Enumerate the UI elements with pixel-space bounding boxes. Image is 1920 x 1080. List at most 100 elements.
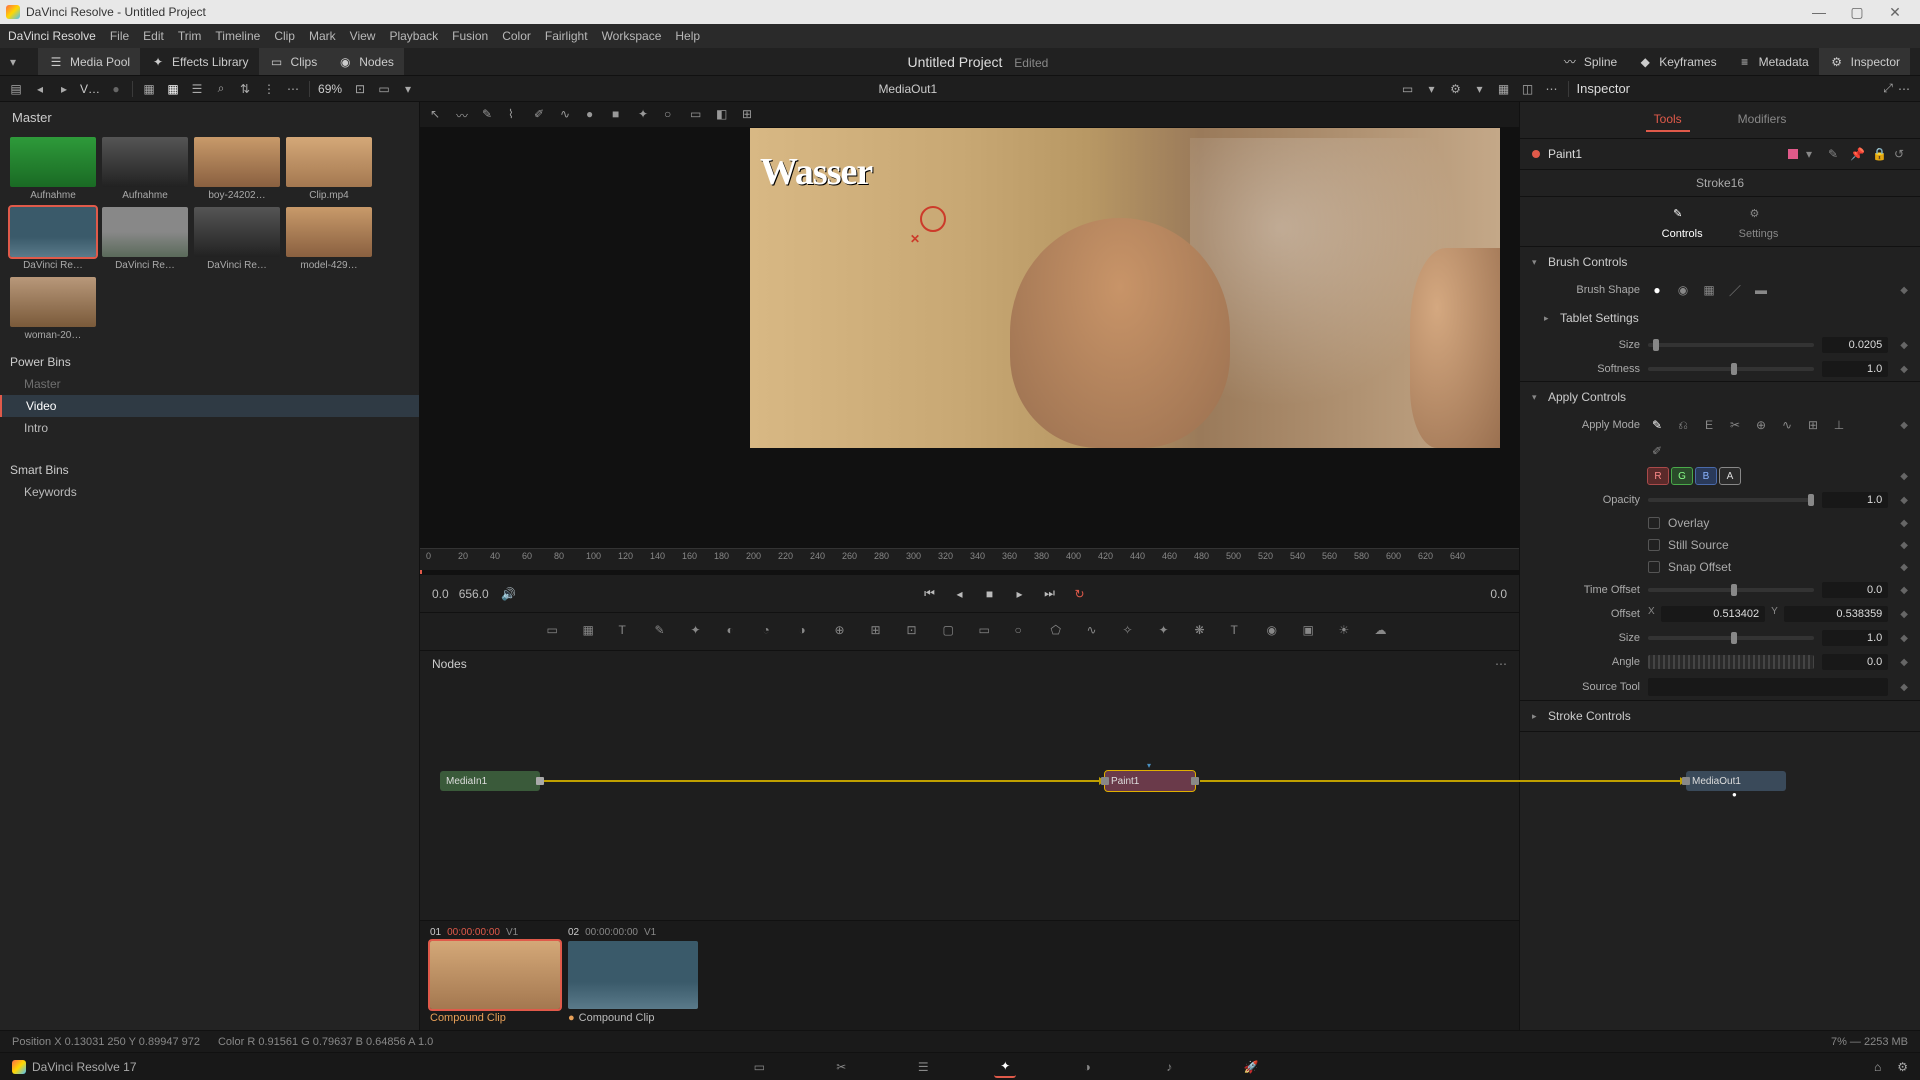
pin-icon[interactable]: 📌 <box>1850 147 1864 161</box>
wand-icon[interactable]: ✦ <box>638 107 654 123</box>
text3d-icon[interactable]: T <box>1231 623 1249 641</box>
keyframe-diamond[interactable]: ◆ <box>1900 285 1908 296</box>
sort-icon[interactable]: ⇅ <box>237 81 253 97</box>
menu-workspace[interactable]: Workspace <box>602 29 662 43</box>
clip-thumb[interactable]: DaVinci Re… <box>10 207 96 271</box>
mode-smear[interactable]: ∿ <box>1778 416 1796 434</box>
prender-icon[interactable]: ✦ <box>1159 623 1177 641</box>
tab-modifiers[interactable]: Modifiers <box>1730 108 1795 132</box>
tracker-icon[interactable]: ✦ <box>691 623 709 641</box>
rectangle-icon[interactable]: ▭ <box>979 623 997 641</box>
smartbins-header[interactable]: Smart Bins <box>0 453 419 481</box>
bin-item[interactable]: Master <box>0 373 419 395</box>
nodes-toggle[interactable]: ◉ Nodes <box>327 48 404 75</box>
color-chip-icon[interactable] <box>1788 149 1798 159</box>
menu-help[interactable]: Help <box>675 29 700 43</box>
page-cut[interactable]: ✂ <box>830 1056 852 1078</box>
light-icon[interactable]: ☀ <box>1339 623 1357 641</box>
paint-icon[interactable]: ✎ <box>655 623 673 641</box>
multiline-icon[interactable]: ⌇ <box>508 107 524 123</box>
stop-icon[interactable]: ■ <box>980 584 1000 604</box>
clip-thumb[interactable]: Aufnahme <box>10 137 96 201</box>
size-value[interactable]: 0.0205 <box>1822 337 1888 353</box>
keyframe-diamond[interactable]: ◆ <box>1900 585 1908 596</box>
layout-menu-icon[interactable]: ▾ <box>10 55 28 69</box>
menu-trim[interactable]: Trim <box>178 29 202 43</box>
maximize-button[interactable]: ▢ <box>1838 4 1876 21</box>
brush-shape-square[interactable]: ▦ <box>1700 281 1718 299</box>
step-back-icon[interactable]: ◂ <box>950 584 970 604</box>
eraser-icon[interactable]: ◧ <box>716 107 732 123</box>
xf-icon[interactable]: ⊞ <box>871 623 889 641</box>
opacity-value[interactable]: 1.0 <box>1822 492 1888 508</box>
channel-a[interactable]: A <box>1720 468 1740 484</box>
speaker-icon[interactable]: 🔊 <box>499 584 519 604</box>
more-icon[interactable]: ⋯ <box>1495 657 1507 671</box>
clip-thumb[interactable]: Aufnahme <box>102 137 188 201</box>
apply-controls-header[interactable]: ▾Apply Controls <box>1520 382 1920 412</box>
bg-icon[interactable]: ▭ <box>547 623 565 641</box>
pointer-icon[interactable]: ↖ <box>430 107 446 123</box>
reset-icon[interactable]: ↺ <box>1894 147 1908 161</box>
inspector-node-header[interactable]: Paint1 ▾ ✎ 📌 🔒 ↺ <box>1520 139 1920 170</box>
pen-icon[interactable]: ✎ <box>482 107 498 123</box>
keyframe-diamond[interactable]: ◆ <box>1900 633 1908 644</box>
clip-thumb[interactable]: boy-24202… <box>194 137 280 201</box>
bin-item[interactable]: Intro <box>0 417 419 439</box>
timeoffset-slider[interactable] <box>1648 588 1814 592</box>
fit-icon[interactable]: ⊡ <box>352 81 368 97</box>
matte-icon[interactable]: ▢ <box>943 623 961 641</box>
text-icon[interactable]: T <box>619 623 637 641</box>
enable-dot-icon[interactable] <box>1532 150 1540 158</box>
page-media[interactable]: ▭ <box>748 1056 770 1078</box>
keyframe-diamond[interactable]: ◆ <box>1900 518 1908 529</box>
menu-clip[interactable]: Clip <box>274 29 295 43</box>
mode-color[interactable]: ✎ <box>1648 416 1666 434</box>
single-viewer-icon[interactable]: ▭ <box>1400 81 1416 97</box>
pemitter-icon[interactable]: ❋ <box>1195 623 1213 641</box>
chevron-right-icon[interactable]: ▸ <box>56 81 72 97</box>
spline-toggle[interactable]: 〰 Spline <box>1552 48 1627 75</box>
app-name[interactable]: DaVinci Resolve <box>8 29 96 43</box>
channel-r[interactable]: R <box>1648 468 1668 484</box>
rect-icon[interactable]: ▭ <box>690 107 706 123</box>
keyframe-diamond[interactable]: ◆ <box>1900 657 1908 668</box>
page-color[interactable]: ◑ <box>1076 1056 1098 1078</box>
keyframe-diamond[interactable]: ◆ <box>1900 609 1908 620</box>
bin-item[interactable]: Keywords <box>0 481 419 503</box>
more-icon[interactable]: ⋯ <box>285 81 301 97</box>
subtab-settings[interactable]: ⚙ Settings <box>1739 207 1779 240</box>
keyframes-toggle[interactable]: ◆ Keyframes <box>1627 48 1726 75</box>
spline-tool-icon[interactable]: 〰 <box>456 107 472 123</box>
keyframe-diamond[interactable]: ◆ <box>1900 364 1908 375</box>
brush-icon[interactable]: ✐ <box>534 107 550 123</box>
camera-icon[interactable]: ▣ <box>1303 623 1321 641</box>
menu-file[interactable]: File <box>110 29 129 43</box>
versions-icon[interactable]: ✎ <box>1828 147 1842 161</box>
filter-icon[interactable]: ⋮ <box>261 81 277 97</box>
chevron-left-icon[interactable]: ◂ <box>32 81 48 97</box>
size-slider[interactable] <box>1648 343 1814 347</box>
curve-icon[interactable]: ∿ <box>560 107 576 123</box>
chevron-down-icon[interactable]: ▾ <box>1806 147 1820 161</box>
size2-value[interactable]: 1.0 <box>1822 630 1888 646</box>
more-icon[interactable]: ⋯ <box>1896 81 1912 97</box>
mode-extra[interactable]: ✐ <box>1648 442 1666 460</box>
loop-icon[interactable]: ↻ <box>1070 584 1090 604</box>
menu-timeline[interactable]: Timeline <box>215 29 260 43</box>
clip-thumb[interactable]: Clip.mp4 <box>286 137 372 201</box>
shape3d-icon[interactable]: ◉ <box>1267 623 1285 641</box>
powerbins-header[interactable]: Power Bins <box>0 345 419 373</box>
scrubber[interactable] <box>420 570 1519 574</box>
softness-slider[interactable] <box>1648 367 1814 371</box>
sourcetool-field[interactable] <box>1648 678 1888 696</box>
clip-item[interactable]: 01 00:00:00:00 V1 Compound Clip <box>430 927 560 1024</box>
metadata-toggle[interactable]: ≡ Metadata <box>1727 48 1819 75</box>
tc-right[interactable]: 0.0 <box>1490 587 1507 601</box>
record-dot-icon[interactable]: ● <box>108 81 124 97</box>
bin-master[interactable]: Master <box>0 102 419 133</box>
clips-toggle[interactable]: ▭ Clips <box>259 48 328 75</box>
view-list-icon[interactable]: ☰ <box>189 81 205 97</box>
grid-toggle-icon[interactable]: ▦ <box>1496 81 1512 97</box>
viewer-zoom[interactable]: 69% <box>318 82 342 96</box>
